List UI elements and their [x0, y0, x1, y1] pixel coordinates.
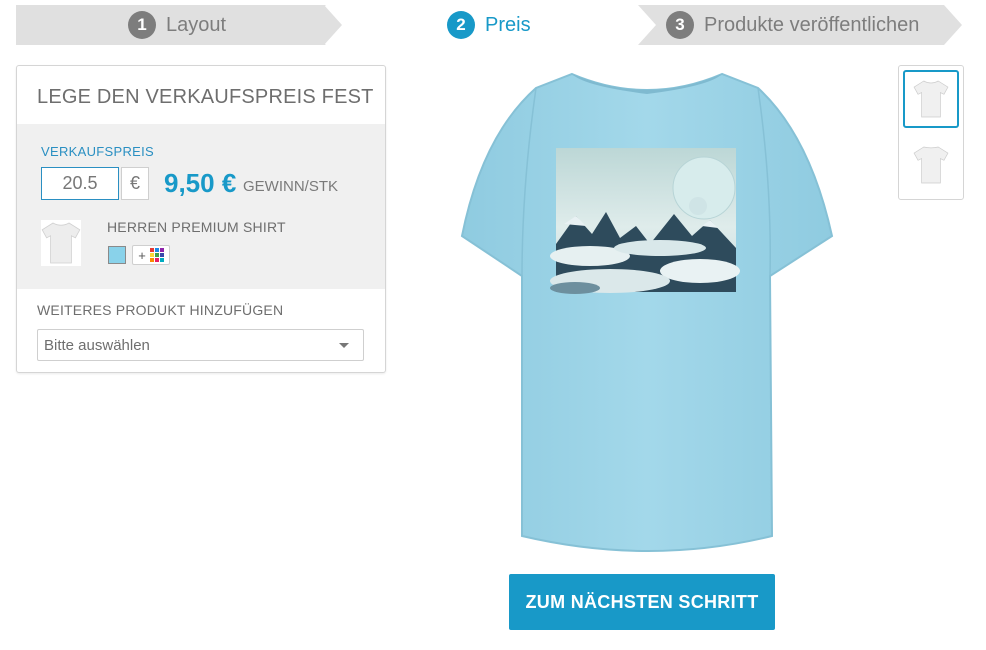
step-publish[interactable]: 3 Produkte veröffentlichen: [666, 5, 919, 45]
chevron-down-icon: [339, 343, 349, 348]
tshirt-front-icon: [913, 80, 949, 118]
step-label: Preis: [485, 13, 531, 36]
design-print: [550, 148, 740, 294]
profit-amount: 9,50 €: [164, 168, 237, 198]
add-product-label: WEITERES PRODUKT HINZUFÜGEN: [37, 302, 284, 318]
step-layout[interactable]: 1 Layout: [128, 5, 226, 45]
thumbnail-back[interactable]: [903, 136, 959, 194]
tshirt-mockup: [460, 72, 834, 552]
step-number: 3: [666, 11, 694, 39]
price-input[interactable]: [41, 167, 119, 200]
select-value: Bitte auswählen: [44, 336, 150, 354]
tshirt-back-icon: [913, 146, 949, 184]
color-palette-icon: [149, 248, 164, 262]
step-label: Produkte veröffentlichen: [704, 13, 920, 36]
add-product-select[interactable]: Bitte auswählen: [37, 329, 364, 361]
thumbnail-front[interactable]: [903, 70, 959, 128]
product-name: HERREN PREMIUM SHIRT: [107, 219, 286, 235]
tshirt-icon: [41, 222, 81, 264]
panel-title: LEGE DEN VERKAUFSPREIS FEST: [37, 86, 374, 108]
next-step-button[interactable]: ZUM NÄCHSTEN SCHRITT: [509, 574, 775, 630]
add-color-button[interactable]: +: [132, 245, 170, 265]
pricing-panel: LEGE DEN VERKAUFSPREIS FEST VERKAUFSPREI…: [16, 65, 386, 373]
step-number: 2: [447, 11, 475, 39]
currency-addon: €: [121, 167, 149, 200]
view-thumbnails: [898, 65, 964, 200]
profit-unit: GEWINN/STK: [243, 178, 339, 195]
color-swatch-selected[interactable]: [108, 246, 126, 264]
price-label: VERKAUFSPREIS: [41, 144, 154, 159]
step-label: Layout: [166, 13, 227, 36]
plus-icon: +: [138, 247, 146, 263]
product-preview: [460, 66, 834, 566]
product-thumbnail: [41, 220, 81, 266]
step-preis[interactable]: 2 Preis: [447, 5, 531, 45]
step-number: 1: [128, 11, 156, 39]
